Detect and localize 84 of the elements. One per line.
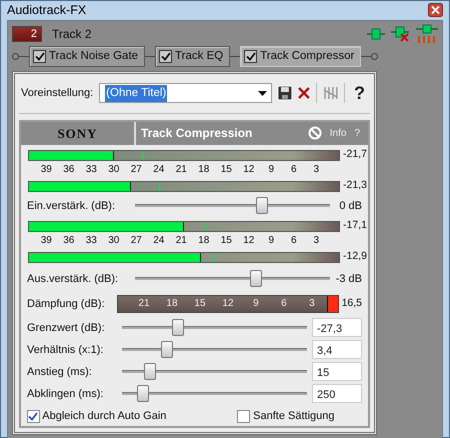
meter-reading: 16,5 (340, 296, 362, 311)
plugin-icon[interactable] (367, 26, 385, 41)
track-number: 2 (12, 26, 42, 42)
checkbox[interactable] (237, 410, 250, 422)
meter-reading: -17,1 (342, 218, 367, 234)
scale-label: 30 (107, 162, 120, 176)
slider-label: Grenzwert (dB): (27, 320, 106, 336)
meter-label: Dämpfung (dB): (27, 296, 106, 312)
bypass-icon[interactable] (308, 126, 322, 140)
slider-label: Abklingen (ms): (27, 386, 104, 402)
scale-label: 24 (152, 162, 166, 176)
scale-label: 21 (174, 162, 188, 176)
slider-label: Verhältnis (x:1): (27, 342, 104, 358)
scale-label: 15 (220, 162, 233, 176)
scale-label: 15 (220, 234, 233, 247)
scale-label: 24 (152, 234, 166, 247)
slider-thumb[interactable] (137, 385, 150, 402)
preset-dropdown[interactable]: (Ohne Titel) (99, 83, 272, 104)
scale-label: 39 (40, 162, 53, 176)
checkbox-label[interactable]: Abgleich durch Auto Gain (42, 408, 166, 424)
scale-label: 9 (252, 296, 260, 311)
slider-reading: 0 dB (339, 198, 362, 214)
plugin-tab[interactable]: Track EQ (155, 46, 230, 68)
slider-label: Ein.verstärk. (dB): (27, 198, 116, 214)
value-field[interactable]: 15 (312, 362, 362, 382)
help-button[interactable]: ? (351, 80, 368, 107)
close-icon[interactable] (428, 3, 443, 18)
delete-icon[interactable] (298, 87, 310, 100)
scale-label: 18 (197, 234, 210, 247)
scale-label: 30 (107, 234, 120, 247)
slider-thumb[interactable] (250, 270, 262, 288)
plugin-tab[interactable]: Track Noise Gate (29, 46, 146, 68)
scale-label: 3 (312, 234, 320, 247)
checkbox[interactable] (26, 410, 40, 422)
plugin-title: Track Compression (141, 125, 252, 142)
scale-label: 36 (62, 234, 76, 247)
scale-label: 27 (130, 162, 143, 176)
scale-label: 33 (84, 162, 98, 176)
scale-label: 21 (174, 234, 188, 247)
scale-label: 3 (312, 162, 320, 176)
checkbox[interactable] (244, 50, 258, 64)
scale-label: 12 (242, 234, 256, 247)
scale-label: 27 (130, 234, 143, 247)
scale-label: 33 (84, 234, 98, 247)
meter-reading: -21,3 (342, 178, 367, 194)
track-name: Track 2 (52, 26, 92, 43)
meter-reading: -21,7 (342, 147, 367, 162)
value-field[interactable]: 250 (312, 384, 362, 404)
scale-label: 15 (193, 296, 207, 311)
scale-label: 6 (290, 234, 298, 247)
scale-label: 9 (267, 234, 276, 247)
scale-label: 39 (40, 234, 53, 247)
preset-label: Voreinstellung: (21, 86, 94, 101)
slider-label: Aus.verstärk. (dB): (27, 272, 120, 286)
scale-label: 36 (62, 162, 76, 176)
brand-logo: SONY (21, 122, 136, 145)
scale-label: 12 (221, 296, 235, 311)
window-title: Audiotrack-FX (7, 2, 86, 19)
checkbox[interactable] (159, 50, 172, 64)
caret-icon[interactable] (258, 90, 268, 96)
scale-label: 18 (165, 296, 179, 311)
scale-label: 21 (137, 296, 151, 311)
scale-label: 9 (267, 162, 276, 176)
slider-thumb[interactable] (172, 319, 184, 336)
remove-plugin-icon[interactable] (390, 26, 410, 42)
slider-label: Anstieg (ms): (27, 364, 93, 380)
save-icon[interactable] (278, 86, 292, 100)
value-field[interactable]: 3,4 (312, 340, 362, 360)
plugin-chain-icon[interactable] (416, 24, 438, 44)
scale-label: 18 (197, 162, 210, 176)
scale-label: 6 (290, 162, 298, 176)
value-field[interactable]: -27,3 (312, 318, 362, 338)
checkbox-label[interactable]: Sanfte Sättigung (253, 408, 334, 424)
slider-thumb[interactable] (144, 363, 156, 380)
scale-label: 12 (242, 162, 256, 176)
compare-icon[interactable] (323, 86, 338, 100)
slider-thumb[interactable] (161, 341, 174, 358)
slider-thumb[interactable] (256, 197, 268, 214)
slider-reading: -3 dB (336, 272, 362, 286)
scale-label: 6 (280, 296, 288, 311)
scale-label: 3 (308, 296, 316, 311)
plugin-tab[interactable]: Track Compressor (240, 46, 362, 68)
meter-reading: -12,9 (342, 249, 367, 264)
checkbox[interactable] (33, 50, 46, 64)
